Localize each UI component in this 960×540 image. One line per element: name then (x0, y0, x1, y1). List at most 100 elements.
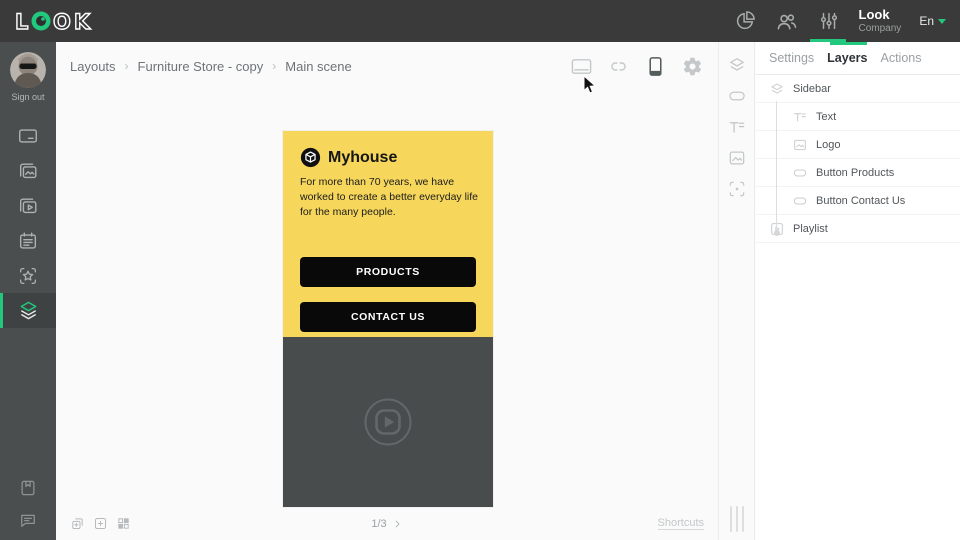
grid-view-icon[interactable] (116, 516, 131, 531)
unlink-icon[interactable] (606, 54, 630, 78)
stats-icon[interactable] (733, 9, 757, 33)
breadcrumb-separator: › (272, 59, 276, 73)
next-scene-icon[interactable] (393, 519, 403, 529)
videos-icon (17, 195, 39, 217)
avatar[interactable] (10, 52, 46, 88)
layer-row-playlist[interactable]: Playlist (756, 215, 960, 243)
layer-label: Button Products (816, 167, 894, 179)
chat-icon[interactable] (18, 510, 38, 530)
scene-bottom-bar: 1/3 Shortcuts (56, 507, 718, 540)
panel-resize-handle[interactable] (719, 506, 754, 532)
panel-tabs: Settings Layers Actions (756, 42, 960, 75)
landscape-icon[interactable] (569, 54, 593, 78)
right-panel: Settings Layers Actions Sidebar Text Log… (756, 42, 960, 540)
sidebar-layer-preview[interactable]: Myhouse For more than 70 years, we have … (283, 131, 493, 337)
screens-icon (17, 125, 39, 147)
account-name: Look (859, 8, 902, 23)
text-icon[interactable] (727, 117, 747, 137)
duplicate-scene-icon[interactable] (70, 516, 85, 531)
layer-row-button-contact-us[interactable]: Button Contact Us (756, 187, 960, 215)
layer-label: Logo (816, 139, 840, 151)
image-icon[interactable] (727, 148, 747, 168)
shortcuts-link[interactable]: Shortcuts (658, 517, 704, 530)
sidebar-item-screens[interactable] (0, 118, 56, 153)
brand-description: For more than 70 years, we have worked t… (300, 175, 478, 220)
look-logo[interactable]: L OK (14, 7, 102, 35)
scene-pagination: 1/3 (371, 518, 402, 530)
layer-row-button-products[interactable]: Button Products (756, 159, 960, 187)
layer-tree-dot (774, 230, 780, 236)
sidebar-item-media[interactable] (0, 153, 56, 188)
element-toolbar-icons (719, 42, 754, 199)
sidebar-item-schedule[interactable] (0, 223, 56, 258)
language-label: En (919, 14, 934, 28)
account-menu[interactable]: Look Company (859, 8, 902, 34)
page-indicator: 1/3 (371, 518, 386, 530)
sign-out-link[interactable]: Sign out (11, 92, 44, 102)
layer-label: Button Contact Us (816, 195, 905, 207)
language-selector[interactable]: En (919, 14, 946, 28)
layers-icon[interactable] (727, 55, 747, 75)
sidebar-bottom (0, 478, 56, 530)
breadcrumb-scene-name[interactable]: Main scene (285, 59, 351, 74)
text-icon (792, 109, 808, 125)
controls-icon[interactable] (817, 0, 841, 42)
media-icon (17, 160, 39, 182)
scene-preview[interactable]: Myhouse For more than 70 years, we have … (283, 131, 493, 507)
add-scene-icon[interactable] (93, 516, 108, 531)
settings-gear-icon[interactable] (680, 54, 704, 78)
active-tab-indicator (830, 42, 867, 45)
widgets-icon (17, 265, 39, 287)
button-icon (792, 193, 808, 209)
layer-tree-line (776, 101, 777, 232)
topbar: L OK Look Company En (0, 0, 960, 42)
caret-down-icon (938, 18, 946, 24)
sidebar-item-videos[interactable] (0, 188, 56, 223)
cube-icon (300, 147, 321, 168)
topbar-right: Look Company En (733, 0, 947, 42)
sidebar-item-layouts[interactable] (0, 293, 56, 328)
docs-icon[interactable] (18, 478, 38, 498)
layers-list: Sidebar Text Logo Button Products Button… (756, 75, 960, 243)
breadcrumb-layouts[interactable]: Layouts (70, 59, 116, 74)
scene-actions (70, 516, 131, 531)
button-icon[interactable] (727, 86, 747, 106)
products-button[interactable]: PRODUCTS (300, 257, 476, 287)
main-area: Layouts › Furniture Store - copy › Main … (56, 42, 718, 540)
active-nav-underline (810, 39, 846, 42)
users-icon[interactable] (775, 9, 799, 33)
layer-row-logo[interactable]: Logo (756, 131, 960, 159)
svg-text:OK: OK (53, 10, 93, 34)
layer-row-sidebar[interactable]: Sidebar (756, 75, 960, 103)
brand-name: Myhouse (328, 149, 397, 167)
button-icon (792, 165, 808, 181)
layer-label: Playlist (793, 223, 828, 235)
layers-icon (769, 81, 785, 97)
element-toolbar (718, 42, 755, 540)
tab-layers[interactable]: Layers (827, 51, 867, 65)
portrait-icon[interactable] (643, 54, 667, 78)
tab-settings[interactable]: Settings (769, 51, 814, 65)
breadcrumb-layout-name[interactable]: Furniture Store - copy (138, 59, 264, 74)
layer-row-text[interactable]: Text (756, 103, 960, 131)
avatar-image (10, 52, 46, 88)
tab-actions[interactable]: Actions (880, 51, 921, 65)
layouts-icon (17, 299, 40, 322)
layer-label: Sidebar (793, 83, 831, 95)
svg-text:L: L (15, 10, 28, 34)
layer-label: Text (816, 111, 836, 123)
app-window: L OK Look Company En (0, 0, 960, 540)
account-type: Company (859, 23, 902, 35)
look-logo-icon: L OK (14, 7, 102, 35)
playlist-layer-preview[interactable] (283, 337, 493, 507)
avatar-block: Sign out (0, 42, 56, 102)
transform-icon[interactable] (727, 179, 747, 199)
breadcrumb: Layouts › Furniture Store - copy › Main … (70, 59, 352, 74)
schedule-icon (17, 230, 39, 252)
sidebar-item-widgets[interactable] (0, 258, 56, 293)
breadcrumb-separator: › (125, 59, 129, 73)
image-icon (792, 137, 808, 153)
play-button-icon[interactable] (364, 398, 412, 446)
orientation-toolbar (569, 54, 704, 78)
contact-us-button[interactable]: CONTACT US (300, 302, 476, 332)
